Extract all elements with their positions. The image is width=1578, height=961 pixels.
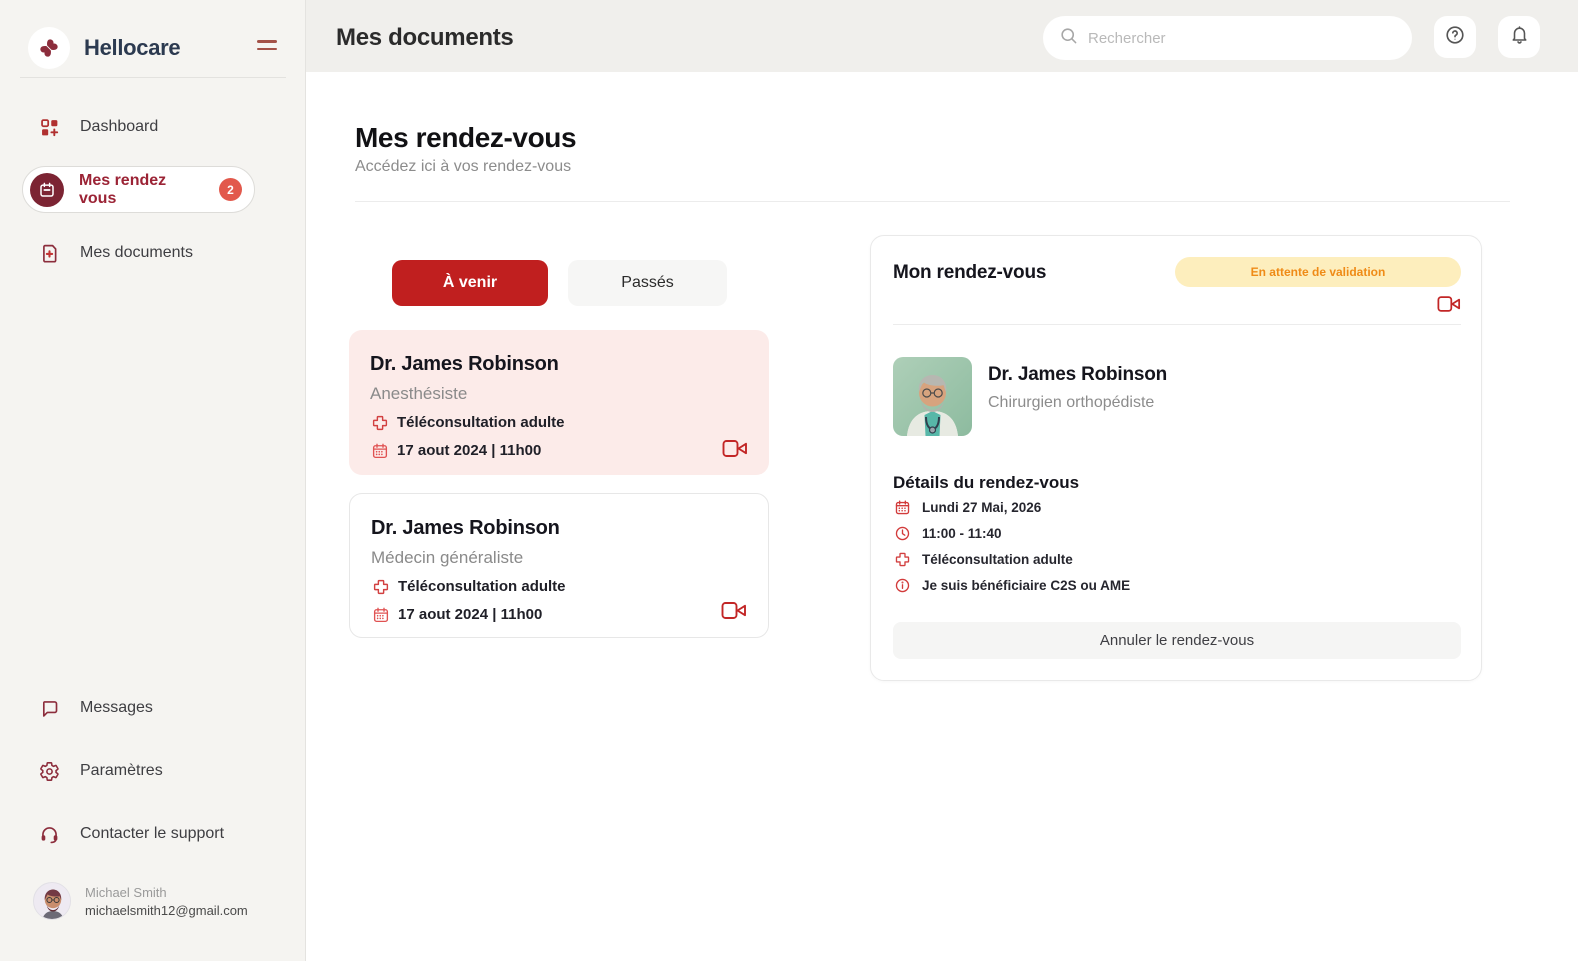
notifications-button[interactable] <box>1498 16 1540 58</box>
top-header: Mes documents <box>306 0 1578 72</box>
details-section-title: Détails du rendez-vous <box>893 473 1079 493</box>
detail-time: 11:00 - 11:40 <box>922 526 1002 541</box>
sidebar-item-label: Mes documents <box>80 244 193 262</box>
appointment-type: Téléconsultation adulte <box>397 414 565 431</box>
doctor-specialty: Chirurgien orthopédiste <box>988 394 1167 412</box>
chat-bubble-icon <box>38 697 60 719</box>
video-camera-icon <box>1437 295 1461 313</box>
question-circle-icon <box>1444 24 1466 51</box>
brand-logo[interactable]: Hellocare <box>28 27 180 69</box>
appointment-detail-panel: Mon rendez-vous En attente de validation <box>870 235 1482 681</box>
status-badge: En attente de validation <box>1175 257 1461 287</box>
sidebar-item-label: Dashboard <box>80 118 158 136</box>
video-camera-icon <box>722 439 748 458</box>
sidebar-item-documents[interactable]: Mes documents <box>0 237 305 269</box>
cancel-appointment-button[interactable]: Annuler le rendez-vous <box>893 622 1461 659</box>
user-name: Michael Smith <box>85 885 248 900</box>
user-avatar <box>33 882 71 920</box>
page-title: Mes rendez-vous <box>355 122 576 154</box>
sidebar-item-support[interactable]: Contacter le support <box>0 818 305 850</box>
appointment-datetime: 17 aout 2024 | 11h00 <box>398 606 542 623</box>
calendar-icon <box>30 173 64 207</box>
notification-count-badge: 2 <box>219 178 242 201</box>
sidebar-item-rendez-vous[interactable]: Mes rendez vous 2 <box>22 166 255 213</box>
video-camera-icon <box>721 601 747 620</box>
page-subtitle: Accédez ici à vos rendez-vous <box>355 158 571 176</box>
appointment-specialty: Anesthésiste <box>370 384 748 404</box>
detail-beneficiary: Je suis bénéficiaire C2S ou AME <box>922 578 1130 593</box>
sidebar-item-parametres[interactable]: Paramètres <box>0 755 305 787</box>
doctor-photo <box>893 357 972 436</box>
detail-date: Lundi 27 Mai, 2026 <box>922 500 1041 515</box>
appointment-type: Téléconsultation adulte <box>398 578 566 595</box>
tab-a-venir[interactable]: À venir <box>392 260 548 306</box>
tab-passes[interactable]: Passés <box>568 260 727 306</box>
bell-icon <box>1509 24 1530 50</box>
medical-cross-icon <box>371 577 390 596</box>
sidebar-item-label: Mes rendez vous <box>79 172 204 208</box>
sidebar-item-messages[interactable]: Messages <box>0 692 305 724</box>
appointment-card[interactable]: Dr. James Robinson Médecin généraliste T… <box>349 493 769 638</box>
detail-type: Téléconsultation adulte <box>922 552 1073 567</box>
app-window: Hellocare Dashboard <box>0 0 1578 961</box>
search-input[interactable] <box>1088 30 1396 47</box>
appointment-card[interactable]: Dr. James Robinson Anesthésiste Télécons… <box>349 330 769 475</box>
medical-cross-icon <box>370 413 389 432</box>
panel-divider <box>893 324 1461 325</box>
calendar-icon <box>371 605 390 624</box>
page-header-title: Mes documents <box>336 24 513 52</box>
sidebar-item-label: Messages <box>80 699 153 717</box>
sidebar-item-label: Paramètres <box>80 762 163 780</box>
appointment-datetime: 17 aout 2024 | 11h00 <box>397 442 541 459</box>
main-content: Mes rendez-vous Accédez ici à vos rendez… <box>306 72 1578 961</box>
medical-cross-icon <box>893 550 911 568</box>
doctor-name: Dr. James Robinson <box>988 364 1167 386</box>
help-button[interactable] <box>1434 16 1476 58</box>
document-plus-icon <box>38 242 60 264</box>
appointment-doctor-name: Dr. James Robinson <box>370 353 748 376</box>
dashboard-grid-icon <box>38 116 60 138</box>
search-bar[interactable] <box>1043 16 1412 60</box>
hellocare-logo-icon <box>28 27 70 69</box>
calendar-icon <box>893 498 911 516</box>
user-profile[interactable]: Michael Smith michaelsmith12@gmail.com <box>33 882 248 920</box>
sidebar-divider <box>20 77 286 78</box>
appointment-doctor-name: Dr. James Robinson <box>371 517 747 540</box>
sidebar: Hellocare Dashboard <box>0 0 306 961</box>
sidebar-item-label: Contacter le support <box>80 825 224 843</box>
sidebar-item-dashboard[interactable]: Dashboard <box>0 111 305 143</box>
clock-icon <box>893 524 911 542</box>
content-divider <box>355 201 1510 202</box>
calendar-icon <box>370 441 389 460</box>
brand-name: Hellocare <box>84 35 180 61</box>
search-icon <box>1059 26 1078 50</box>
appointment-specialty: Médecin généraliste <box>371 548 747 568</box>
user-email: michaelsmith12@gmail.com <box>85 903 248 918</box>
menu-toggle-icon[interactable] <box>257 40 277 54</box>
panel-title: Mon rendez-vous <box>893 262 1046 284</box>
info-circle-icon <box>893 576 911 594</box>
gear-icon <box>38 760 60 782</box>
headset-icon <box>38 823 60 845</box>
